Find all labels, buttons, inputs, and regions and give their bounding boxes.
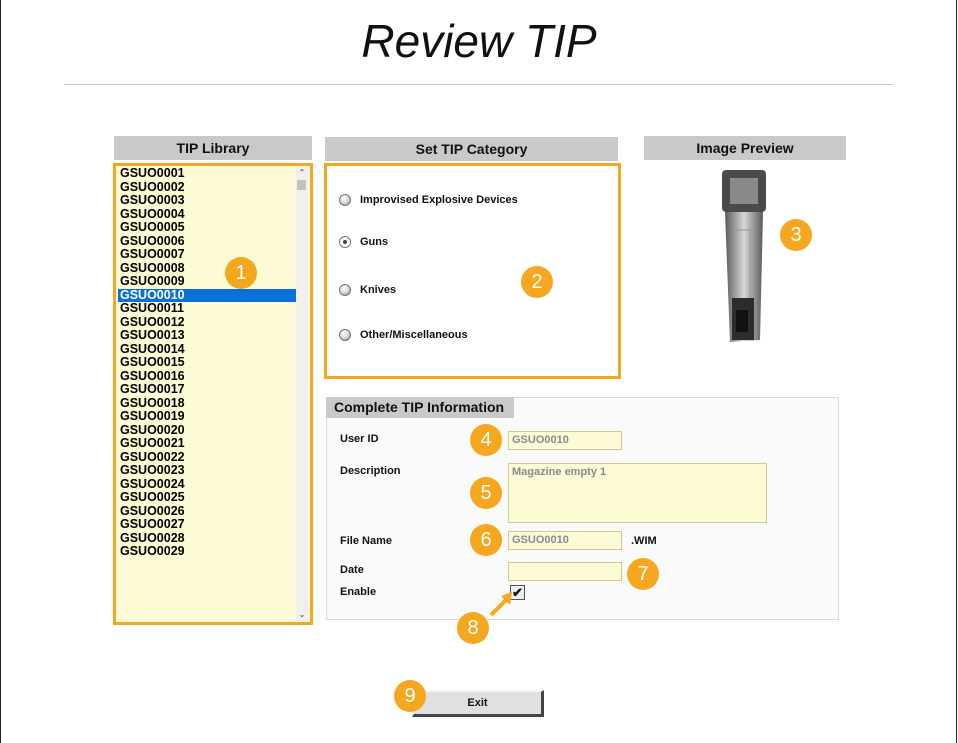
tip-library-item[interactable]: GSUO0002 bbox=[118, 180, 299, 195]
description-field[interactable]: Magazine empty 1 bbox=[508, 463, 767, 523]
description-label: Description bbox=[340, 465, 401, 477]
file-name-field[interactable]: GSUO0010 bbox=[508, 531, 622, 550]
callout-badge-8: 8 bbox=[457, 612, 489, 644]
tip-library-item[interactable]: GSUO0015 bbox=[118, 355, 299, 370]
tip-library-item[interactable]: GSUO0001 bbox=[118, 166, 299, 181]
tip-library-item[interactable]: GSUO0009 bbox=[118, 274, 299, 289]
tip-library-item[interactable]: GSUO0013 bbox=[118, 328, 299, 343]
callout-badge-7: 7 bbox=[627, 558, 659, 590]
file-extension-label: .WIM bbox=[631, 535, 657, 547]
radio-button-icon[interactable] bbox=[339, 284, 351, 296]
tip-library-item[interactable]: GSUO0021 bbox=[118, 436, 299, 451]
tip-library-item[interactable]: GSUO0006 bbox=[118, 234, 299, 249]
tip-library-list[interactable]: GSUO0001 GSUO0002 GSUO0003 GSUO0004 GSUO0005… bbox=[113, 163, 313, 625]
callout-badge-3: 3 bbox=[780, 219, 812, 251]
tip-category-header: Set TIP Category bbox=[325, 137, 618, 161]
radio-button-icon[interactable] bbox=[339, 236, 351, 248]
tip-library-item[interactable]: GSUO0029 bbox=[118, 544, 299, 559]
scroll-up-icon[interactable]: ⌃ bbox=[296, 167, 308, 179]
callout-badge-6: 6 bbox=[470, 524, 502, 556]
enable-label: Enable bbox=[340, 586, 377, 598]
callout-badge-5: 5 bbox=[470, 477, 502, 509]
exit-button[interactable]: Exit bbox=[412, 690, 544, 717]
tip-library-item[interactable]: GSUO0019 bbox=[118, 409, 299, 424]
file-name-label: File Name bbox=[340, 535, 392, 547]
callout-badge-1: 1 bbox=[225, 257, 257, 289]
tip-library-item[interactable]: GSUO0017 bbox=[118, 382, 299, 397]
category-option[interactable]: Improvised Explosive Devices bbox=[339, 194, 518, 206]
tip-library-item[interactable]: GSUO0027 bbox=[118, 517, 299, 532]
radio-button-icon[interactable] bbox=[339, 194, 351, 206]
tip-library-scrollbar[interactable]: ⌃ ⌄ bbox=[296, 167, 308, 621]
tip-library-item[interactable]: GSUO0004 bbox=[118, 207, 299, 222]
tip-library-item[interactable]: GSUO0016 bbox=[118, 369, 299, 384]
callout-badge-4: 4 bbox=[470, 424, 502, 456]
tip-library-item[interactable]: GSUO0011 bbox=[118, 301, 299, 316]
date-label: Date bbox=[340, 564, 364, 576]
tip-library-item[interactable]: GSUO0010 bbox=[118, 288, 299, 302]
tip-library-item[interactable]: GSUO0024 bbox=[118, 477, 299, 492]
user-id-field[interactable]: GSUO0010 bbox=[508, 431, 622, 450]
radio-button-icon[interactable] bbox=[339, 329, 351, 341]
scroll-thumb[interactable] bbox=[297, 180, 306, 190]
magazine-preview-image bbox=[722, 170, 766, 342]
title-divider bbox=[64, 84, 893, 85]
pointer-arrow-icon bbox=[489, 592, 512, 617]
tip-library-item[interactable]: GSUO0025 bbox=[118, 490, 299, 505]
tip-library-item[interactable]: GSUO0023 bbox=[118, 463, 299, 478]
date-field[interactable] bbox=[508, 562, 622, 581]
category-option-label: Knives bbox=[360, 284, 397, 296]
category-option-label: Improvised Explosive Devices bbox=[360, 194, 518, 206]
tip-library-item[interactable]: GSUO0014 bbox=[118, 342, 299, 357]
tip-library-items: GSUO0001 GSUO0002 GSUO0003 GSUO0004 GSUO0005… bbox=[118, 166, 299, 559]
image-preview-header: Image Preview bbox=[644, 136, 846, 160]
tip-library-item[interactable]: GSUO0020 bbox=[118, 423, 299, 438]
category-option-label: Guns bbox=[360, 236, 389, 248]
tip-library-item[interactable]: GSUO0026 bbox=[118, 504, 299, 519]
tip-library-item[interactable]: GSUO0003 bbox=[118, 193, 299, 208]
tip-library-item[interactable]: GSUO0007 bbox=[118, 247, 299, 262]
tip-library-item[interactable]: GSUO0022 bbox=[118, 450, 299, 465]
callout-badge-2: 2 bbox=[521, 266, 553, 298]
category-option[interactable]: Guns bbox=[339, 236, 388, 248]
tip-category-group: Improvised Explosive Devices Guns Knives Ot… bbox=[324, 163, 621, 379]
scroll-down-icon[interactable]: ⌄ bbox=[296, 609, 308, 621]
category-option-label: Other/Miscellaneous bbox=[360, 329, 468, 341]
tip-library-item[interactable]: GSUO0018 bbox=[118, 396, 299, 411]
user-id-label: User ID bbox=[340, 433, 379, 445]
tip-library-item[interactable]: GSUO0008 bbox=[118, 261, 299, 276]
tip-info-header: Complete TIP Information bbox=[326, 397, 515, 418]
tip-library-item[interactable]: GSUO0005 bbox=[118, 220, 299, 235]
tip-library-item[interactable]: GSUO0028 bbox=[118, 531, 299, 546]
category-option[interactable]: Other/Miscellaneous bbox=[339, 329, 468, 341]
tip-library-header: TIP Library bbox=[114, 136, 312, 160]
callout-badge-9: 9 bbox=[394, 680, 426, 712]
category-option[interactable]: Knives bbox=[339, 284, 396, 296]
tip-library-item[interactable]: GSUO0012 bbox=[118, 315, 299, 330]
page-title: Review TIP bbox=[361, 15, 597, 67]
